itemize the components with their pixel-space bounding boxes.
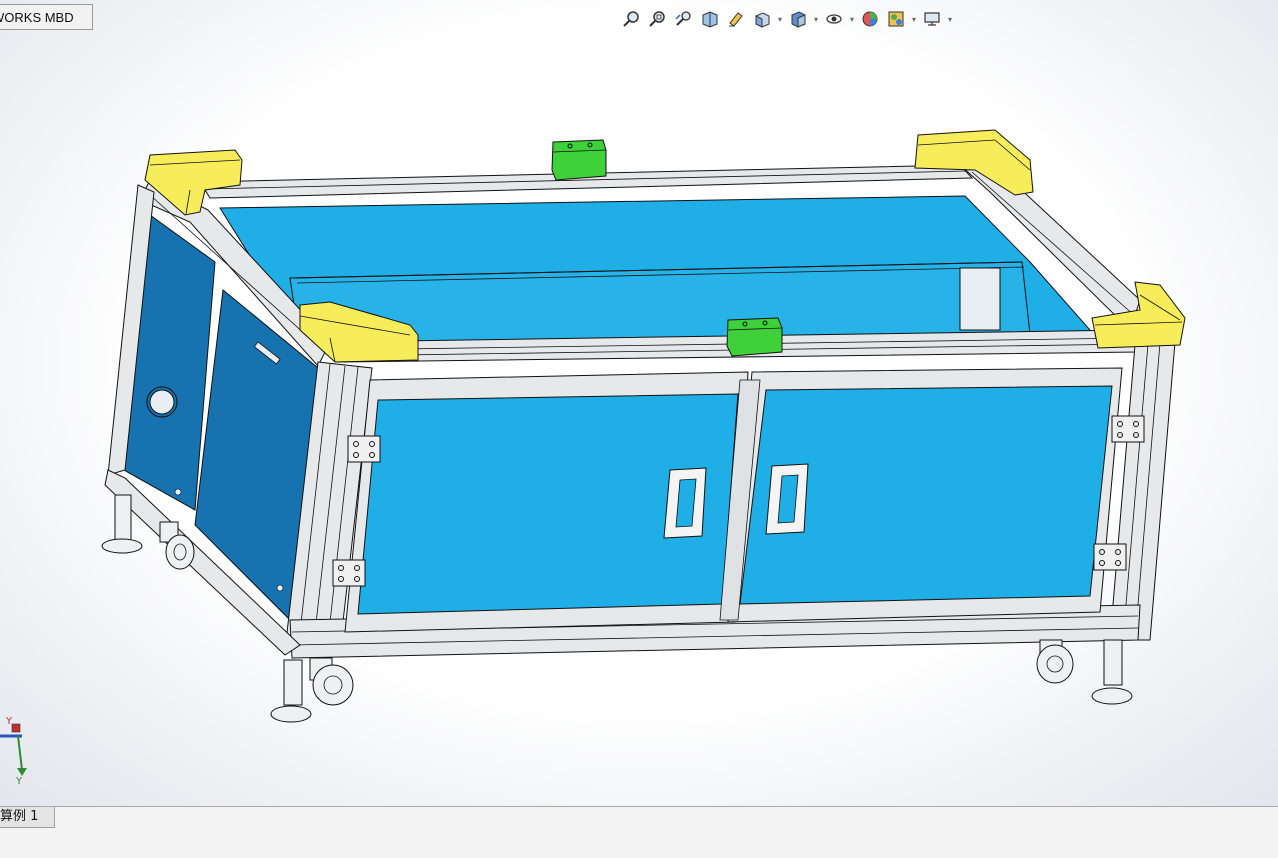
door-handle-right[interactable] [765, 463, 809, 535]
zoom-fit-icon[interactable] [620, 7, 644, 31]
display-style-icon[interactable] [786, 7, 810, 31]
mbd-tab[interactable]: WORKS MBD [0, 4, 93, 30]
edit-appearance-icon[interactable] [858, 7, 882, 31]
chevron-down-icon[interactable]: ▾ [812, 7, 820, 31]
leveling-foot-front-left [270, 659, 312, 723]
hinge-lower-left [332, 559, 366, 587]
chevron-down-icon[interactable]: ▾ [848, 7, 856, 31]
corner-bracket-back-right [914, 129, 1034, 196]
green-block-front [726, 317, 783, 357]
caster-back-left [159, 521, 195, 570]
door-handle-left[interactable] [663, 467, 707, 539]
hinge-lower-right [1093, 543, 1127, 571]
left-panel-hole [149, 389, 175, 415]
leveling-foot-front-right [1091, 639, 1133, 705]
chevron-down-icon[interactable]: ▾ [946, 7, 954, 31]
hinge-upper-right [1111, 415, 1145, 443]
sheet-tab-bar: 算例 1 [0, 806, 1278, 858]
reference-triad: Y Y [0, 716, 27, 787]
sheet-tab-study-1[interactable]: 算例 1 [0, 807, 56, 828]
graphics-viewport[interactable]: WORKS MBD ▾ ▾ ▾ ▾ ▾ Y Y [0, 0, 1278, 806]
view-settings-icon[interactable] [920, 7, 944, 31]
hinge-upper-left [347, 435, 381, 463]
previous-view-icon[interactable] [672, 7, 696, 31]
mbd-tab-label: WORKS MBD [0, 10, 74, 25]
zoom-area-icon[interactable] [646, 7, 670, 31]
cabinet-frame-model[interactable] [0, 0, 1278, 806]
chevron-down-icon[interactable]: ▾ [910, 7, 918, 31]
apply-scene-icon[interactable] [884, 7, 908, 31]
section-view-icon[interactable] [698, 7, 722, 31]
triad-y-label-bottom: Y [15, 776, 23, 787]
green-block-back [551, 139, 607, 181]
caster-front-right [1036, 639, 1074, 684]
heads-up-view-toolbar: ▾ ▾ ▾ ▾ ▾ [620, 6, 954, 32]
hide-show-icon[interactable] [822, 7, 846, 31]
caster-front-left [309, 657, 354, 706]
view-orientation-icon[interactable] [750, 7, 774, 31]
chevron-down-icon[interactable]: ▾ [776, 7, 784, 31]
dynamic-annotation-icon[interactable] [724, 7, 748, 31]
